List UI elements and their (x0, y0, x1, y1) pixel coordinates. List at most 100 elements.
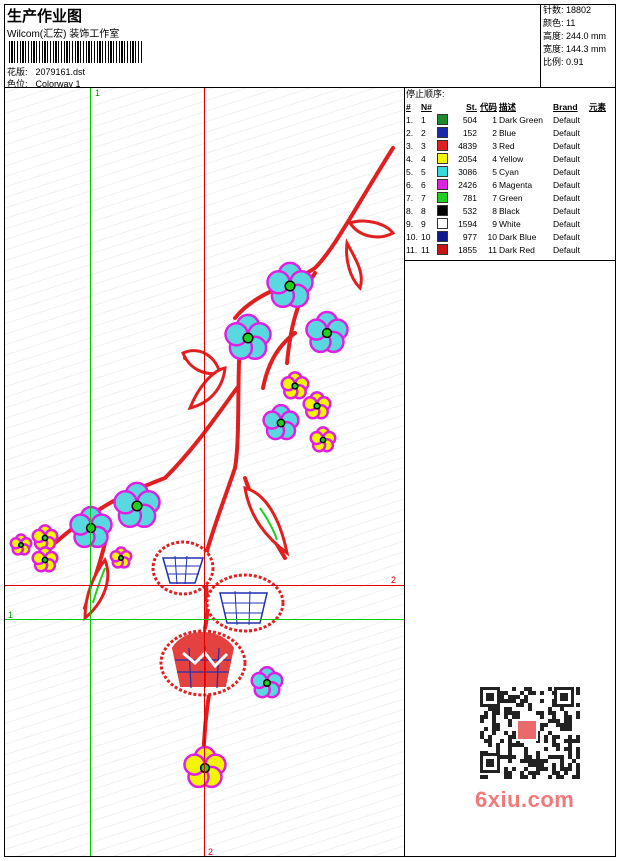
color-swatch (437, 179, 448, 191)
row-needle: 2 (421, 127, 426, 138)
table-row: 3. 3 4839 3 Red Default (405, 139, 607, 152)
guide-vertical-1 (90, 88, 91, 856)
color-swatch (437, 166, 448, 178)
row-stitches: 504 (462, 114, 477, 125)
row-description: Dark Blue (499, 231, 537, 242)
color-swatch (437, 192, 448, 204)
row-description: Red (499, 140, 515, 151)
row-description: Blue (499, 127, 517, 138)
row-element (588, 243, 607, 256)
guide-label-v1: 1 (95, 88, 101, 98)
row-code: 5 (492, 166, 497, 177)
stop-sequence-table: # N# St. 代码 描述 Brand 元素 1. 1 504 1 Dark Gree… (405, 100, 607, 256)
row-swatch (436, 217, 452, 230)
row-swatch (436, 113, 452, 126)
flower (31, 524, 59, 551)
col-code: 代码 (479, 101, 497, 112)
flower (224, 313, 272, 361)
stats-panel: 针数: 18802 颜色: 11 高度: 244.0 mm 宽度: 144.3 … (540, 4, 616, 88)
row-description: Black (499, 205, 520, 216)
col-swatch (436, 100, 452, 113)
row-description: White (499, 218, 521, 229)
watermark-text: 6xiu.com (475, 787, 575, 812)
row-element (588, 165, 607, 178)
row-brand: Default (553, 127, 580, 138)
row-code: 11 (488, 244, 497, 255)
row-element (588, 152, 607, 165)
row-stitches: 1594 (458, 218, 477, 229)
row-code: 10 (487, 231, 497, 242)
guide-vertical-2 (204, 88, 205, 856)
company-name: Wilcom(汇宏) 装饰工作室 (7, 29, 120, 40)
row-stitches: 2054 (458, 153, 477, 164)
flower (250, 666, 284, 699)
barcode (9, 41, 143, 63)
stat-stitches: 针数: 18802 (543, 5, 592, 15)
guide-label-h1: 1 (8, 610, 14, 620)
table-row: 7. 7 781 7 Green Default (405, 191, 607, 204)
row-code: 3 (492, 140, 497, 151)
row-needle: 1 (421, 114, 426, 125)
stat-colors: 颜色: 11 (543, 18, 576, 28)
row-index: 3. (406, 140, 414, 151)
row-needle: 3 (421, 140, 426, 151)
table-row: 4. 4 2054 4 Yellow Default (405, 152, 607, 165)
row-element (588, 139, 607, 152)
row-stitches: 3086 (458, 166, 477, 177)
row-needle: 4 (421, 153, 426, 164)
qr-code-graphic (480, 687, 580, 779)
flower (309, 426, 337, 453)
row-brand: Default (553, 244, 580, 255)
flower (280, 371, 310, 400)
col-stitches: St. (466, 101, 477, 112)
flower (109, 546, 133, 569)
row-index: 5. (406, 166, 414, 177)
row-code: 6 (492, 179, 497, 190)
row-swatch (436, 152, 452, 165)
row-description: Dark Red (499, 244, 535, 255)
row-brand: Default (553, 153, 580, 164)
row-code: 8 (492, 205, 497, 216)
row-index: 1. (406, 114, 414, 125)
row-brand: Default (553, 166, 580, 177)
row-stitches: 532 (462, 205, 477, 216)
stat-scale: 比例: 0.91 (543, 57, 584, 67)
panel-bottom-divider (405, 260, 616, 261)
flower (113, 481, 161, 529)
flower (31, 546, 59, 573)
stat-height: 高度: 244.0 mm (543, 31, 607, 41)
table-row: 11. 11 1855 11 Dark Red Default (405, 243, 607, 256)
row-swatch (436, 230, 452, 243)
col-description: 描述 (499, 101, 517, 112)
table-header-row: # N# St. 代码 描述 Brand 元素 (405, 100, 607, 113)
guide-label-h2: 2 (391, 575, 397, 585)
table-row: 8. 8 532 8 Black Default (405, 204, 607, 217)
row-stitches: 781 (462, 192, 477, 203)
row-needle: 8 (421, 205, 426, 216)
flower (183, 745, 227, 789)
color-swatch (437, 244, 448, 256)
row-swatch (436, 191, 452, 204)
row-swatch (436, 204, 452, 217)
row-element (588, 204, 607, 217)
row-brand: Default (553, 218, 580, 229)
row-needle: 9 (421, 218, 426, 229)
row-stitches: 2426 (458, 179, 477, 190)
row-brand: Default (553, 140, 580, 151)
row-code: 4 (492, 153, 497, 164)
row-index: 10. (406, 231, 418, 242)
flowers (9, 261, 349, 789)
page-title: 生产作业图 (7, 8, 83, 25)
col-brand: Brand (553, 101, 578, 112)
col-index: # (406, 101, 411, 112)
table-row: 1. 1 504 1 Dark Green Default (405, 113, 607, 126)
row-element (588, 178, 607, 191)
table-row: 10. 10 977 10 Dark Blue Default (405, 230, 607, 243)
color-swatch (437, 140, 448, 152)
row-element (588, 217, 607, 230)
flower (262, 403, 300, 441)
table-row: 6. 6 2426 6 Magenta Default (405, 178, 607, 191)
qr-code (472, 681, 582, 781)
row-needle: 6 (421, 179, 426, 190)
row-brand: Default (553, 179, 580, 190)
